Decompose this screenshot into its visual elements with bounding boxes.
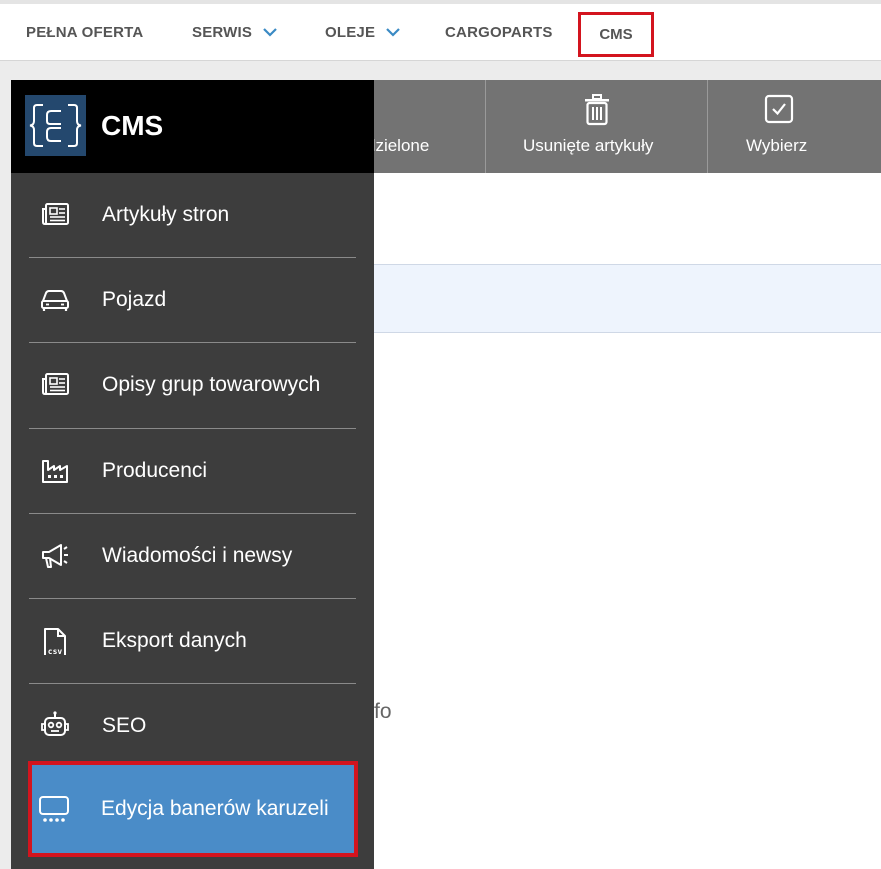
menu-item-seo[interactable]: SEO: [29, 684, 356, 768]
drawer-header: CMS: [11, 80, 374, 173]
megaphone-icon: [42, 544, 68, 568]
nav-item-cargoparts[interactable]: CARGOPARTS: [445, 4, 553, 60]
nav-item-cms[interactable]: CMS: [578, 12, 654, 57]
drawer-title: CMS: [101, 110, 164, 141]
deleted-articles-button[interactable]: Usunięte artykuły: [486, 80, 707, 173]
menu-item-producenci[interactable]: Producenci: [29, 429, 356, 513]
trash-icon: [585, 94, 609, 126]
nav-item-label: OLEJE: [325, 23, 376, 41]
menu-item-label: Artykuły stron: [102, 203, 230, 226]
cms-drawer: CMS Artykuły stron Pojazd Opisy grup tow…: [11, 80, 374, 869]
checkbox-icon: [764, 94, 794, 124]
menu-item-label: SEO: [102, 714, 147, 737]
menu-item-label: Eksport danych: [102, 629, 247, 652]
nav-item-serwis[interactable]: SERWIS: [192, 4, 278, 60]
nav-item-label: PEŁNA OFERTA: [26, 23, 144, 41]
shared-articles-button[interactable]: dzielone: [366, 80, 485, 173]
nav-item-label: SERWIS: [192, 23, 253, 41]
menu-item-edycja-banerow-karuzeli[interactable]: Edycja banerów karuzeli: [28, 761, 358, 857]
menu-item-label: Edycja banerów karuzeli: [101, 797, 329, 820]
chevron-down-icon: [386, 28, 400, 37]
toolbar-label: Wybierz: [746, 136, 808, 155]
svg-text:csv: csv: [48, 647, 63, 656]
robot-icon: [41, 711, 69, 736]
factory-icon: [42, 460, 68, 483]
nav-item-pelna-oferta[interactable]: PEŁNA OFERTA: [26, 4, 143, 60]
csv-file-icon: csv: [44, 628, 66, 656]
menu-item-eksport-danych[interactable]: csv Eksport danych: [29, 599, 356, 683]
select-button[interactable]: Wybierz: [708, 80, 881, 173]
car-icon: [41, 290, 69, 311]
carousel-icon: [39, 796, 69, 822]
menu-item-artykuly-stron[interactable]: Artykuły stron: [29, 173, 356, 257]
newspaper-icon: [42, 203, 69, 225]
nav-item-label: CARGOPARTS: [445, 23, 553, 41]
menu-item-label: Wiadomości i newsy: [102, 544, 293, 567]
nav-item-oleje[interactable]: OLEJE: [325, 4, 401, 60]
top-navigation: PEŁNA OFERTA SERWIS OLEJE CARGOPARTS CMS: [0, 4, 881, 61]
menu-item-label: Opisy grup towarowych: [102, 373, 321, 396]
menu-item-label: Producenci: [102, 459, 208, 482]
menu-item-pojazd[interactable]: Pojazd: [29, 258, 356, 342]
menu-item-wiadomosci-i-newsy[interactable]: Wiadomości i newsy: [29, 514, 356, 598]
toolbar-label: Usunięte artykuły: [523, 136, 654, 155]
newspaper-icon: [42, 373, 69, 395]
menu-item-opisy-grup-towarowych[interactable]: Opisy grup towarowych: [29, 343, 356, 427]
nav-item-label: CMS: [599, 26, 633, 43]
cms-logo: [25, 95, 86, 156]
menu-item-label: Pojazd: [102, 288, 167, 311]
content-text: fo: [374, 700, 392, 723]
toolbar-label: dzielone: [366, 136, 430, 155]
chevron-down-icon: [263, 28, 277, 37]
